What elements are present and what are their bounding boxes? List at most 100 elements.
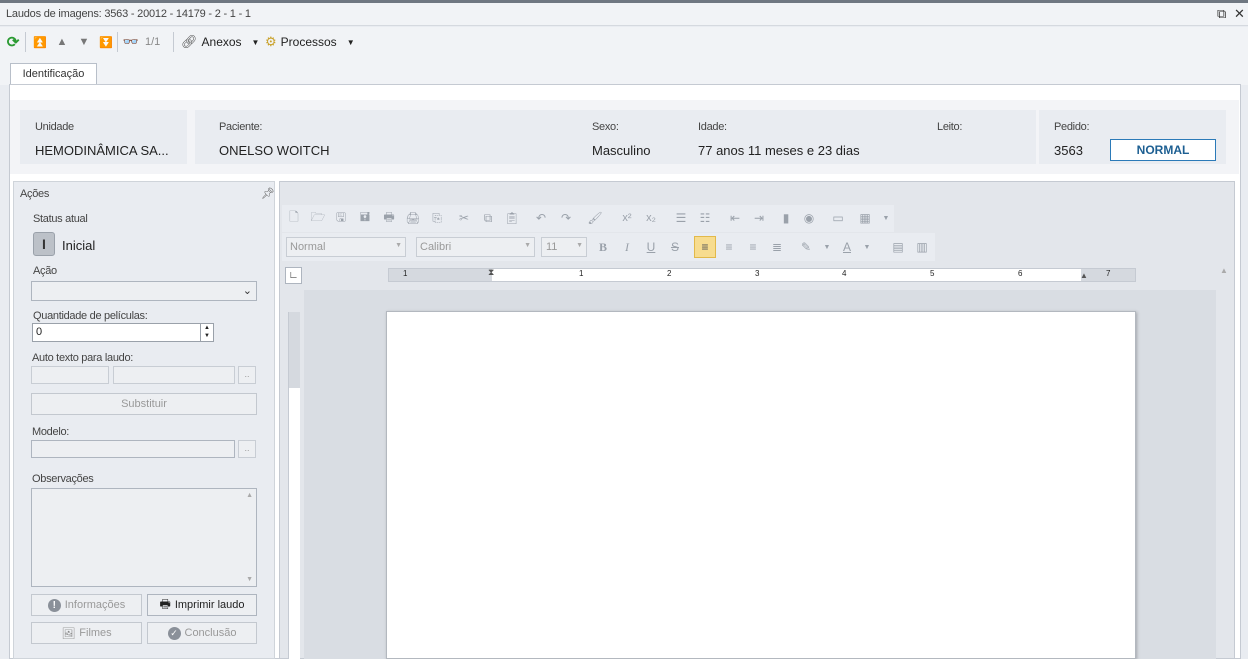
peliculas-value: 0 bbox=[36, 326, 43, 338]
scroll-down-icon[interactable]: ▼ bbox=[246, 576, 253, 583]
scroll-up-icon[interactable]: ▲ bbox=[1220, 266, 1228, 275]
unidade-value: HEMODINÂMICA SA... bbox=[35, 143, 169, 158]
unidade-label: Unidade bbox=[35, 121, 74, 133]
decrease-indent-icon[interactable]: ⇤ bbox=[727, 210, 743, 226]
last-record-icon[interactable]: ⏬ bbox=[98, 34, 114, 50]
leito-label: Leito: bbox=[937, 121, 963, 133]
export-icon[interactable]: ⎘ bbox=[429, 210, 445, 226]
bulleted-list-icon[interactable]: ☷ bbox=[697, 210, 713, 226]
chevron-down-icon: ▼ bbox=[346, 37, 355, 47]
undo-icon[interactable]: ↶ bbox=[533, 210, 549, 226]
info-icon: ! bbox=[47, 598, 61, 612]
save-all-icon[interactable]: 🖬 bbox=[357, 210, 373, 226]
close-icon[interactable]: ✕ bbox=[1234, 6, 1245, 22]
table-icon[interactable]: ▦ bbox=[857, 210, 873, 226]
pedido-value: 3563 bbox=[1054, 143, 1083, 158]
insert-frame-icon[interactable]: ▭ bbox=[830, 210, 846, 226]
idade-value: 77 anos 11 meses e 23 dias bbox=[698, 143, 860, 158]
autotexto-code-input[interactable] bbox=[31, 366, 109, 384]
print-icon[interactable]: 🖶 bbox=[381, 210, 397, 226]
superscript-icon[interactable]: x² bbox=[619, 210, 635, 226]
strikethrough-icon[interactable]: S bbox=[667, 239, 683, 255]
save-icon[interactable]: 🖫 bbox=[333, 210, 349, 226]
refresh-icon[interactable]: ⟳ bbox=[5, 34, 21, 51]
first-record-icon[interactable]: ⏫ bbox=[32, 34, 48, 50]
font-color-icon[interactable]: A bbox=[839, 239, 855, 255]
new-document-icon[interactable]: 🗋 bbox=[286, 210, 302, 226]
observacoes-textarea[interactable]: ▲ ▼ bbox=[31, 488, 257, 587]
modelo-lookup-button[interactable]: .. bbox=[238, 440, 256, 458]
document-page[interactable] bbox=[386, 311, 1136, 659]
highlight-icon[interactable]: ✎ bbox=[798, 239, 814, 255]
modelo-input[interactable] bbox=[31, 440, 235, 458]
toolbar-separator bbox=[117, 32, 118, 52]
status-value: Inicial bbox=[62, 238, 96, 253]
filmes-button[interactable]: 🖼︎ Filmes bbox=[31, 622, 142, 644]
imprimir-laudo-button[interactable]: 🖶 Imprimir laudo bbox=[147, 594, 257, 616]
acao-select[interactable]: ⌄ bbox=[31, 281, 257, 301]
page-layout-icon[interactable]: ▥ bbox=[914, 239, 930, 255]
redo-icon[interactable]: ↷ bbox=[558, 210, 574, 226]
editor-toolbar-row1: 🗋 🗁 🖫 🖬 🖶 🖨 ⎘ ✂ ⧉ 📋︎ ↶ ↷ 🖌 x² x₂ ☰ ☷ ⇤ ⇥… bbox=[282, 205, 894, 232]
peliculas-stepper[interactable]: 0 ▲ ▼ bbox=[32, 323, 214, 342]
paciente-value: ONELSO WOITCH bbox=[219, 143, 330, 158]
anexos-menu[interactable]: 🔗︎ Anexos ▼ bbox=[181, 34, 259, 50]
subscript-icon[interactable]: x₂ bbox=[643, 210, 659, 226]
open-folder-icon[interactable]: 🗁 bbox=[310, 210, 326, 226]
ruler-mark: 3 bbox=[755, 269, 760, 278]
paste-icon[interactable]: 📋︎ bbox=[504, 210, 520, 226]
cut-icon[interactable]: ✂ bbox=[456, 210, 472, 226]
align-left-icon[interactable]: ≡ bbox=[694, 236, 716, 258]
font-size-select[interactable]: 11 ▼ bbox=[541, 237, 587, 257]
next-record-icon[interactable]: ▼ bbox=[76, 34, 92, 50]
right-indent-marker-icon[interactable]: ▲ bbox=[1080, 271, 1088, 280]
chevron-down-icon[interactable]: ▼ bbox=[859, 239, 875, 255]
substituir-button[interactable]: Substituir bbox=[31, 393, 257, 415]
tab-identificacao[interactable]: Identificação bbox=[10, 63, 97, 86]
stepper-arrows-icon[interactable]: ▲ ▼ bbox=[200, 324, 213, 341]
bold-icon[interactable]: B bbox=[595, 239, 611, 255]
format-painter-icon[interactable]: 🖌 bbox=[587, 210, 603, 226]
sexo-value: Masculino bbox=[592, 143, 651, 158]
numbered-list-icon[interactable]: ☰ bbox=[673, 210, 689, 226]
informacoes-button[interactable]: ! Informações bbox=[31, 594, 142, 616]
toolbar-separator bbox=[25, 32, 26, 52]
gears-icon: ⚙ bbox=[265, 34, 277, 49]
increase-indent-icon[interactable]: ⇥ bbox=[751, 210, 767, 226]
justify-icon[interactable]: ≣ bbox=[769, 239, 785, 255]
show-formatting-icon[interactable]: ▤ bbox=[890, 239, 906, 255]
tab-stop-selector[interactable]: ∟ bbox=[285, 267, 302, 284]
previous-record-icon[interactable]: ▲ bbox=[54, 34, 70, 50]
priority-badge: NORMAL bbox=[1110, 139, 1216, 161]
italic-icon[interactable]: I bbox=[619, 239, 635, 255]
pedido-label: Pedido: bbox=[1054, 121, 1090, 133]
copy-icon[interactable]: ⧉ bbox=[480, 210, 496, 226]
ruler-mark: 1 bbox=[579, 269, 584, 278]
font-select[interactable]: Calibri ▼ bbox=[416, 237, 535, 257]
underline-icon[interactable]: U bbox=[643, 239, 659, 255]
ruler-mark: 6 bbox=[1018, 269, 1023, 278]
indent-marker-icon[interactable]: ⧗ bbox=[488, 267, 494, 278]
chevron-down-icon[interactable]: ▼ bbox=[819, 239, 835, 255]
ruler-mark: 5 bbox=[930, 269, 935, 278]
page-break-icon[interactable]: ▮ bbox=[778, 210, 794, 226]
print-preview-icon[interactable]: 🖨 bbox=[405, 210, 421, 226]
autotexto-desc-input[interactable] bbox=[113, 366, 235, 384]
processos-menu[interactable]: ⚙ Processos ▼ bbox=[265, 34, 355, 50]
autotexto-lookup-button[interactable]: .. bbox=[238, 366, 256, 384]
film-icon: 🖼︎ bbox=[61, 627, 76, 640]
vertical-ruler[interactable] bbox=[288, 312, 300, 659]
align-right-icon[interactable]: ≡ bbox=[745, 239, 761, 255]
style-select[interactable]: Normal ▼ bbox=[286, 237, 406, 257]
chevron-down-icon: ▼ bbox=[251, 37, 260, 47]
chevron-down-icon[interactable]: ▼ bbox=[878, 210, 894, 226]
conclusao-button[interactable]: ✓ Conclusão bbox=[147, 622, 257, 644]
insert-image-icon[interactable]: ◉ bbox=[801, 210, 817, 226]
scroll-up-icon[interactable]: ▲ bbox=[246, 492, 253, 499]
binoculars-icon[interactable]: 👓 bbox=[123, 34, 139, 50]
align-center-icon[interactable]: ≡ bbox=[721, 239, 737, 255]
check-circle-icon: ✓ bbox=[167, 626, 181, 640]
restore-icon[interactable]: ⧉ bbox=[1217, 6, 1226, 22]
pin-icon[interactable]: 📌︎ bbox=[261, 187, 275, 200]
horizontal-ruler[interactable]: 1 1 2 3 4 5 6 7 ⧗ ▲ bbox=[388, 267, 1136, 282]
